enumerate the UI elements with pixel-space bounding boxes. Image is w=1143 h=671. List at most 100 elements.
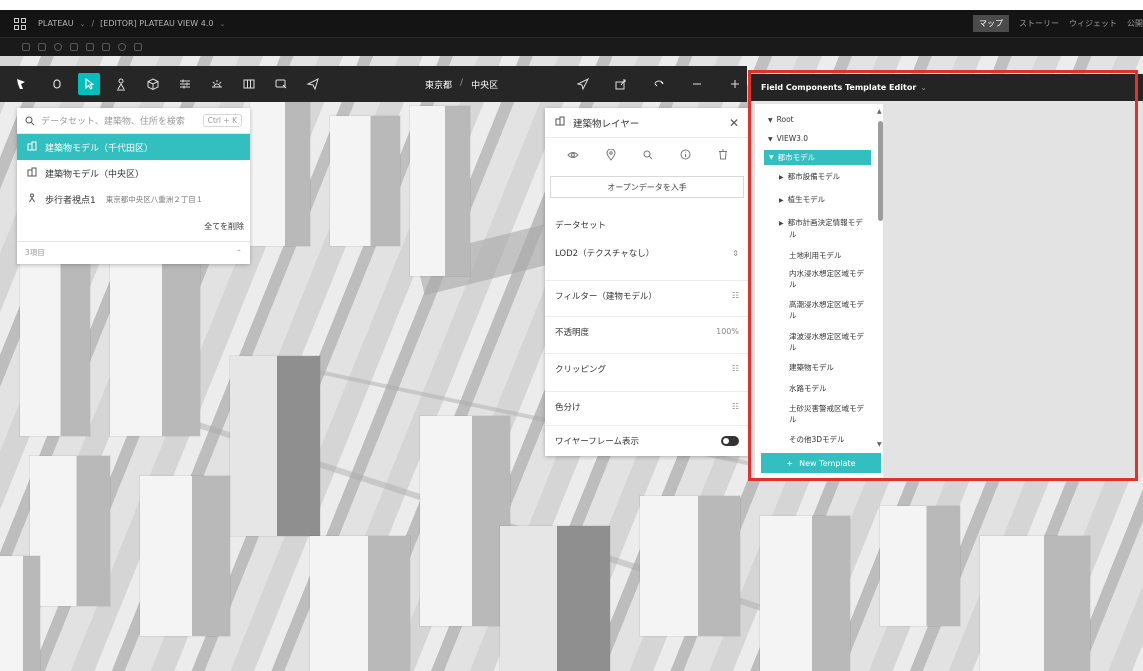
tree-item-label: その他3Dモデル — [789, 435, 845, 444]
breadcrumb-separator: / — [91, 19, 95, 28]
plus-icon[interactable] — [724, 73, 746, 95]
tree-item[interactable]: その他3Dモデル — [789, 434, 845, 445]
caret-right-icon[interactable]: ▶ — [779, 174, 784, 181]
tree-item[interactable]: 建築物モデル — [789, 362, 834, 373]
tree-item[interactable]: ▶ 都市計画決定情報モデ ル — [779, 217, 879, 240]
tab-map[interactable]: マップ — [973, 15, 1009, 32]
wireframe-row[interactable]: ワイヤーフレーム表示 — [545, 425, 749, 455]
caret-down-icon[interactable]: ▼ — [769, 154, 774, 161]
plus-icon: + — [786, 458, 794, 468]
minus-icon[interactable] — [686, 73, 708, 95]
building-icon — [27, 167, 37, 180]
tree-scrollbar[interactable]: ▲ ▼ — [877, 108, 883, 448]
search-icon[interactable] — [643, 150, 653, 163]
tree-item-label: 都市設備モデル — [787, 172, 841, 181]
chevron-updown-icon: ⇕ — [732, 248, 739, 258]
dataset-item[interactable]: 建築物モデル（千代田区） — [17, 134, 250, 160]
share-icon[interactable] — [610, 73, 632, 95]
shape-tool-icon[interactable] — [134, 43, 142, 51]
dataset-panel: データセット、建築物、住所を検索 Ctrl + K 建築物モデル（千代田区） 建… — [17, 108, 250, 264]
tree-item-label: 高潮浸水想定区域モデ — [789, 300, 864, 309]
cursor-icon[interactable] — [78, 73, 100, 95]
chevron-down-icon[interactable]: ⌄ — [920, 83, 927, 92]
region-separator: / — [460, 78, 464, 88]
tree-item[interactable]: 内水浸水想定区域モデ ル — [789, 268, 879, 290]
dataset-item[interactable]: 歩行者視点1 東京都中央区八重洲２丁目１ — [17, 186, 250, 212]
sliders-icon[interactable]: ☷ — [732, 291, 739, 300]
clear-all-button[interactable]: 全てを削除 — [204, 221, 244, 232]
layer-actions — [545, 138, 749, 174]
opacity-row[interactable]: 不透明度 100% — [545, 316, 749, 346]
tab-publish[interactable]: 公開 — [1127, 18, 1143, 29]
tab-widget[interactable]: ウィジェット — [1069, 18, 1117, 29]
opacity-value[interactable]: 100% — [716, 327, 739, 336]
send-icon[interactable] — [302, 73, 324, 95]
caret-right-icon[interactable]: ▶ — [779, 197, 784, 204]
scroll-down-icon[interactable]: ▼ — [877, 441, 882, 448]
tree-item-city-model[interactable]: ▼ 都市モデル — [764, 150, 871, 165]
pin-tool-icon[interactable] — [22, 43, 30, 51]
scene-name[interactable]: [EDITOR] PLATEAU VIEW 4.0 — [100, 19, 213, 28]
apps-icon[interactable] — [14, 17, 26, 30]
sliders-icon[interactable]: ☷ — [732, 364, 739, 373]
building — [250, 96, 310, 246]
tree-item[interactable]: 土地利用モデル — [789, 250, 842, 261]
new-template-button[interactable]: + New Template — [761, 453, 881, 473]
region-ward[interactable]: 中央区 — [471, 78, 498, 91]
dataset-count-bar[interactable]: 3項目 ⌃ — [17, 241, 250, 263]
clipping-row[interactable]: クリッピング ☷ — [545, 353, 749, 383]
tree-item[interactable]: ▶ 植生モデル — [779, 194, 825, 206]
filter-row[interactable]: フィルター（建物モデル） ☷ — [545, 280, 749, 310]
scroll-up-icon[interactable]: ▲ — [877, 108, 882, 115]
color-row[interactable]: 色分け ☷ — [545, 391, 749, 421]
search-input[interactable]: データセット、建築物、住所を検索 — [41, 114, 203, 127]
close-icon[interactable]: ✕ — [729, 116, 739, 130]
tree-item[interactable]: 水路モデル — [789, 383, 827, 394]
trash-icon[interactable] — [718, 149, 728, 163]
rotate-icon[interactable] — [648, 73, 670, 95]
chevron-down-icon[interactable]: ⌄ — [80, 20, 86, 28]
tree-item-view3[interactable]: ▼ VIEW3.0 — [768, 133, 808, 145]
chevron-down-icon[interactable]: ⌄ — [219, 20, 225, 28]
region-prefecture[interactable]: 東京都 — [425, 78, 452, 91]
tree-item-root[interactable]: ▼ Root — [768, 114, 794, 126]
open-data-button[interactable]: オープンデータを入手 — [550, 176, 744, 198]
locate-icon[interactable] — [572, 73, 594, 95]
wireframe-toggle[interactable] — [721, 435, 739, 446]
search-bar[interactable]: データセット、建築物、住所を検索 Ctrl + K — [17, 108, 250, 134]
tree-item[interactable]: 津波浸水想定区域モデ ル — [789, 331, 879, 353]
eye-icon[interactable] — [566, 150, 579, 163]
caret-right-icon[interactable]: ▶ — [779, 220, 784, 227]
tree-item[interactable]: ▶ 都市設備モデル — [779, 171, 840, 183]
line-tool-icon[interactable] — [38, 43, 46, 51]
columns-icon[interactable] — [238, 73, 260, 95]
hand-icon[interactable] — [46, 73, 68, 95]
pin-icon[interactable] — [605, 148, 616, 164]
map-tool-icon[interactable] — [10, 73, 32, 95]
tree-item-label: 都市モデル — [777, 153, 816, 162]
tree-item-label-wrap: ル — [789, 343, 797, 352]
tree-item[interactable]: 土砂災害警戒区域モデ ル — [789, 403, 879, 425]
scrollbar-thumb[interactable] — [878, 121, 883, 221]
caret-down-icon[interactable]: ▼ — [768, 136, 773, 143]
tab-story[interactable]: ストーリー — [1019, 18, 1059, 29]
chevron-up-icon[interactable]: ⌃ — [236, 248, 242, 257]
project-name[interactable]: PLATEAU — [38, 19, 74, 28]
template-editor-header[interactable]: Field Components Template Editor ⌄ — [751, 74, 1143, 101]
sphere-tool-icon[interactable] — [118, 43, 126, 51]
dataset-select[interactable]: LOD2（テクスチャなし） ⇕ — [545, 238, 749, 268]
tree-item[interactable]: 高潮浸水想定区域モデ ル — [789, 299, 879, 321]
cube-icon[interactable] — [142, 73, 164, 95]
screen-icon[interactable] — [270, 73, 292, 95]
info-icon[interactable] — [680, 149, 691, 163]
caret-down-icon[interactable]: ▼ — [768, 117, 773, 124]
circle-tool-icon[interactable] — [54, 43, 62, 51]
pedestrian-icon[interactable] — [110, 73, 132, 95]
polygon-tool-icon[interactable] — [86, 43, 94, 51]
square-tool-icon[interactable] — [70, 43, 78, 51]
cylinder-tool-icon[interactable] — [102, 43, 110, 51]
sun-icon[interactable] — [206, 73, 228, 95]
dataset-item[interactable]: 建築物モデル（中央区） — [17, 160, 250, 186]
sliders-icon[interactable] — [174, 73, 196, 95]
sliders-icon[interactable]: ☷ — [732, 402, 739, 411]
